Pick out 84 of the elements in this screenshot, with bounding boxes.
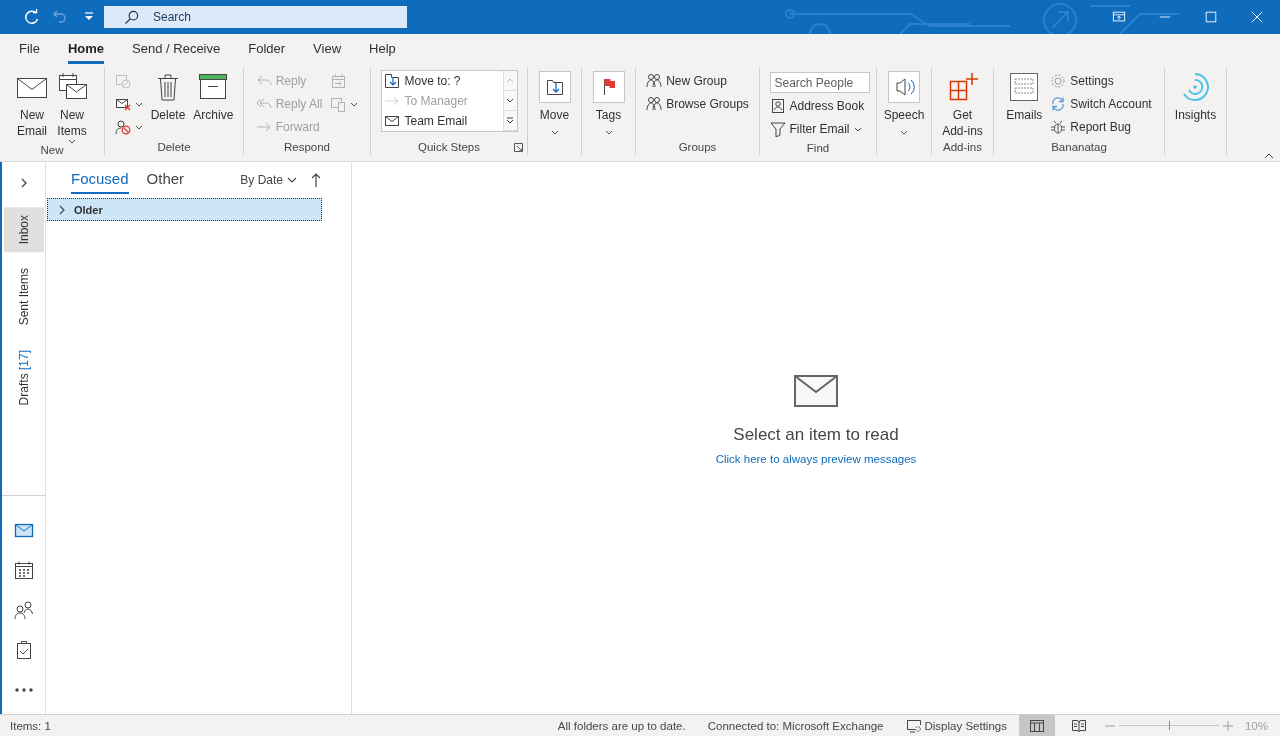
people-icon[interactable] bbox=[13, 600, 34, 620]
envelope-icon bbox=[794, 375, 838, 407]
ribbon-button[interactable]: New Items bbox=[53, 68, 91, 144]
connection-status: Connected to: Microsoft Exchange bbox=[707, 719, 884, 732]
menu-tab[interactable]: Send / Receive bbox=[132, 36, 221, 64]
scroll-down-icon[interactable] bbox=[506, 97, 514, 104]
flag-icon bbox=[592, 71, 625, 103]
ribbon-button[interactable]: Emails bbox=[1003, 68, 1046, 139]
search-field[interactable]: Search bbox=[104, 6, 407, 28]
envelope-icon bbox=[383, 113, 400, 129]
address-book-icon bbox=[769, 98, 786, 114]
nav-item[interactable]: Inbox bbox=[3, 207, 44, 253]
display-settings-button[interactable]: Display Settings bbox=[905, 718, 1007, 733]
preview-link[interactable]: Click here to always preview messages bbox=[715, 453, 917, 465]
nav-item[interactable]: Drafts [17] bbox=[3, 341, 44, 414]
ignore-icon bbox=[114, 73, 131, 89]
group-label: Delete bbox=[157, 141, 191, 153]
layout-icon bbox=[1028, 718, 1045, 733]
pivot-tab[interactable]: Other bbox=[146, 166, 185, 194]
pivot-tab[interactable]: Focused bbox=[71, 166, 129, 194]
panel-icon bbox=[1008, 71, 1041, 103]
ribbon-button[interactable]: Tags bbox=[589, 68, 628, 139]
sync-status: All folders are up to date. bbox=[557, 719, 686, 732]
group-label: Find bbox=[806, 141, 830, 154]
ribbon-button[interactable]: Get Add-ins bbox=[939, 68, 986, 139]
quick-step-item[interactable]: Team Email bbox=[381, 111, 503, 131]
group-label: New bbox=[40, 144, 64, 156]
ribbon-button[interactable]: Delete bbox=[147, 68, 189, 139]
monitor-gear-icon bbox=[905, 718, 922, 733]
ribbon-button[interactable]: Browse Groups bbox=[643, 93, 752, 115]
ribbon-button[interactable]: Insights bbox=[1171, 68, 1220, 139]
group-label: Respond bbox=[283, 141, 330, 153]
envelope-cross-icon bbox=[114, 96, 131, 112]
bug-icon bbox=[1050, 119, 1067, 135]
nav-item[interactable]: Sent Items bbox=[3, 260, 44, 334]
dialog-launcher-icon[interactable] bbox=[514, 143, 523, 152]
arrow-up-icon[interactable] bbox=[311, 173, 321, 187]
more-icon[interactable] bbox=[506, 117, 514, 124]
sync-icon bbox=[1050, 96, 1067, 112]
view-button[interactable] bbox=[1018, 715, 1055, 736]
sync-icon[interactable] bbox=[22, 9, 39, 25]
ribbon-button[interactable]: Speech bbox=[880, 68, 928, 139]
ribbon-button[interactable]: Filter Email bbox=[766, 118, 865, 140]
group-label: Groups bbox=[678, 141, 717, 153]
person-block-icon bbox=[114, 119, 131, 135]
search-field[interactable]: Search People bbox=[769, 72, 870, 93]
menu-tab[interactable]: View bbox=[313, 36, 342, 64]
gear-icon bbox=[1050, 73, 1067, 89]
folder-arrow-icon bbox=[383, 73, 400, 89]
ribbon-button[interactable]: Switch Account bbox=[1047, 93, 1155, 115]
search-icon bbox=[124, 10, 139, 25]
maximize-icon[interactable] bbox=[1204, 10, 1218, 24]
calendar-icon bbox=[330, 73, 347, 89]
ribbon-button[interactable]: Archive bbox=[190, 68, 237, 139]
empty-message: Select an item to read bbox=[733, 425, 899, 445]
calendar-icon[interactable] bbox=[13, 560, 34, 580]
group-label: Bananatag bbox=[1051, 141, 1107, 153]
group-header[interactable]: Older bbox=[47, 198, 322, 221]
sort-button[interactable]: By Date bbox=[240, 173, 297, 187]
chevron-down-icon bbox=[287, 177, 297, 183]
ribbon-button[interactable]: New Group bbox=[643, 70, 730, 92]
speaker-waves-icon bbox=[888, 71, 920, 103]
people-icon bbox=[646, 73, 663, 89]
ribbon-display-icon[interactable] bbox=[1112, 10, 1126, 24]
ribbon-button[interactable]: Report Bug bbox=[1047, 116, 1134, 138]
menu-tab[interactable]: Help bbox=[369, 36, 396, 64]
chevron-right-icon bbox=[58, 204, 66, 215]
item-count: Items: 1 bbox=[10, 719, 51, 732]
filter-icon bbox=[769, 121, 786, 137]
expand-icon[interactable] bbox=[20, 178, 27, 188]
ribbon-button[interactable]: Move bbox=[535, 68, 574, 139]
menu-tab[interactable]: Folder bbox=[248, 36, 286, 64]
ribbon-button[interactable]: New Email bbox=[13, 68, 51, 144]
people-icon bbox=[646, 96, 663, 112]
collapse-icon[interactable] bbox=[1264, 153, 1274, 159]
group-label: Quick Steps bbox=[418, 141, 480, 153]
quick-step-item[interactable]: Move to: ? bbox=[381, 71, 503, 91]
zoom-level: 10% bbox=[1244, 719, 1268, 732]
group-label: Add-ins bbox=[943, 141, 982, 153]
menu-tab[interactable]: File bbox=[19, 36, 40, 64]
ribbon-button[interactable]: Address Book bbox=[766, 95, 868, 117]
close-icon[interactable] bbox=[1250, 10, 1264, 24]
ribbon-button[interactable]: Settings bbox=[1047, 70, 1117, 92]
book-icon bbox=[1070, 718, 1087, 733]
